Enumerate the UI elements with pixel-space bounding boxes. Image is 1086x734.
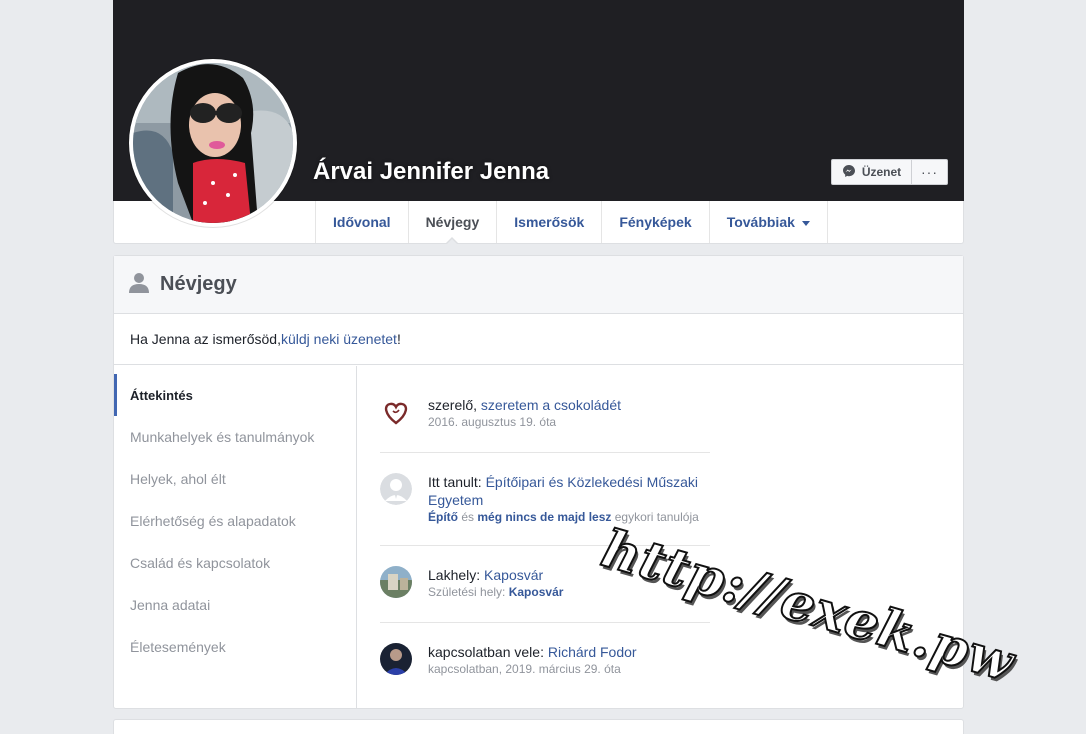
overview-list: szerelő, szeretem a csokoládét 2016. aug…	[380, 366, 710, 693]
tab-friends[interactable]: Ismerősök	[497, 201, 603, 243]
school-icon	[380, 473, 412, 505]
list-item: szerelő, szeretem a csokoládét 2016. aug…	[380, 366, 710, 453]
message-button[interactable]: Üzenet	[831, 159, 912, 185]
birthplace-link[interactable]: Kaposvár	[509, 585, 564, 599]
intro-prefix: Ha Jenna az ismerősöd,	[130, 331, 281, 347]
chevron-down-icon	[801, 220, 810, 226]
sidebar-item-contact[interactable]: Elérhetőség és alapadatok	[114, 500, 356, 542]
more-options-button[interactable]: ···	[912, 159, 948, 185]
relationship-since: kapcsolatban, 2019. március 29. óta	[428, 662, 621, 676]
heart-icon	[380, 396, 412, 428]
school-and: és	[458, 510, 478, 524]
intro-suffix: !	[396, 331, 401, 347]
place-photo	[380, 566, 412, 598]
tab-photos[interactable]: Fényképek	[602, 201, 710, 243]
relationship-line: kapcsolatban vele: Richárd Fodor	[428, 643, 637, 661]
messenger-icon	[842, 164, 856, 181]
sidebar-item-life-events[interactable]: Életesemények	[114, 626, 356, 668]
home-line: Lakhely: Kaposvár	[428, 566, 563, 584]
school-prefix: Itt tanult:	[428, 474, 486, 490]
major-link-1[interactable]: Építő	[428, 510, 458, 524]
about-title: Névjegy	[160, 273, 237, 295]
tab-more-label: Továbbiak	[726, 214, 795, 230]
message-button-label: Üzenet	[861, 165, 902, 179]
employer-link[interactable]: szeretem a csokoládét	[481, 397, 621, 413]
home-prefix: Lakhely:	[428, 567, 485, 583]
sidebar-item-places[interactable]: Helyek, ahol élt	[114, 458, 356, 500]
school-details: Építő és még nincs de majd lesz egykori …	[428, 510, 710, 524]
partner-avatar[interactable]	[380, 643, 412, 675]
tab-timeline[interactable]: Idővonal	[316, 201, 409, 243]
about-sidebar: Áttekintés Munkahelyek és tanulmányok He…	[114, 366, 357, 708]
job-line: szerelő, szeretem a csokoládét	[428, 396, 621, 414]
tab-about[interactable]: Névjegy	[409, 201, 498, 245]
home-link[interactable]: Kaposvár	[484, 567, 543, 583]
birthplace-line: Születési hely: Kaposvár	[428, 585, 563, 599]
cover-actions: Üzenet ···	[831, 159, 948, 185]
intro-text: Ha Jenna az ismerősöd, küldj neki üzenet…	[114, 314, 963, 365]
partner-link[interactable]: Richárd Fodor	[548, 644, 637, 660]
job-since: 2016. augusztus 19. óta	[428, 415, 557, 429]
person-icon	[128, 271, 150, 298]
send-message-link[interactable]: küldj neki üzenetet	[281, 331, 397, 347]
sidebar-item-family[interactable]: Család és kapcsolatok	[114, 542, 356, 584]
sidebar-item-details[interactable]: Jenna adatai	[114, 584, 356, 626]
sidebar-item-work-education[interactable]: Munkahelyek és tanulmányok	[114, 416, 356, 458]
profile-picture[interactable]	[129, 59, 297, 227]
sidebar-item-overview[interactable]: Áttekintés	[114, 374, 356, 416]
profile-name[interactable]: Árvai Jennifer Jenna	[313, 158, 549, 186]
relationship-prefix: kapcsolatban vele:	[428, 644, 548, 660]
job-title: szerelő,	[428, 397, 481, 413]
next-card	[113, 719, 964, 734]
about-card-header: Névjegy	[114, 256, 963, 314]
list-item: kapcsolatban vele: Richárd Fodor kapcsol…	[380, 623, 710, 693]
birthplace-prefix: Születési hely:	[428, 585, 509, 599]
tab-more[interactable]: Továbbiak	[710, 201, 828, 243]
school-line: Itt tanult: Építőipari és Közlekedési Mű…	[428, 473, 710, 509]
avatar	[133, 63, 293, 223]
major-link-2[interactable]: még nincs de majd lesz	[477, 510, 611, 524]
